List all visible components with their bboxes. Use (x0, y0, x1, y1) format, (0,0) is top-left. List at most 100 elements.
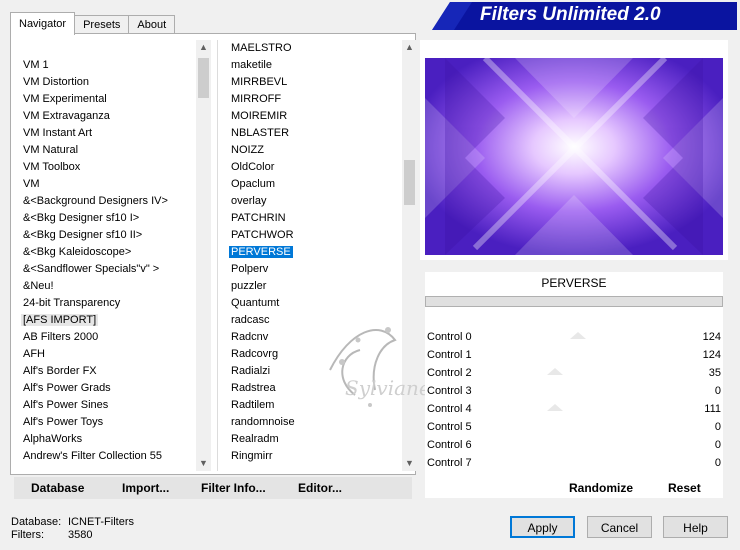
category-item[interactable]: VM Experimental (20, 91, 196, 108)
filter-item[interactable]: Opaclum (228, 176, 400, 193)
category-list[interactable]: VM 1 VM Distortion VM Experimental VM Extra… (20, 57, 196, 471)
tab-navigator[interactable]: Navigator (10, 12, 76, 35)
control-slider[interactable]: Control 3 0 (427, 382, 723, 400)
slider-thumb-icon[interactable] (570, 332, 586, 339)
category-item-label: VM Toolbox (23, 161, 81, 173)
control-slider[interactable]: Control 7 0 (427, 454, 723, 472)
randomize-button[interactable]: Randomize (569, 481, 633, 495)
filter-item[interactable]: OldColor (228, 159, 400, 176)
slider-thumb-icon[interactable] (547, 368, 563, 375)
category-item[interactable]: VM 1 (20, 57, 196, 74)
category-item[interactable]: VM Instant Art (20, 125, 196, 142)
filter-info-button[interactable]: Filter Info... (201, 481, 266, 495)
reset-button[interactable]: Reset (668, 481, 701, 495)
control-label: Control 4 (427, 403, 472, 415)
category-item-label: [AFS IMPORT] (21, 314, 99, 326)
category-item[interactable]: VM (20, 176, 196, 193)
help-button[interactable]: Help (663, 516, 728, 538)
scroll-thumb[interactable] (404, 160, 415, 205)
filter-item-label: Radialzi (231, 365, 271, 377)
category-item[interactable]: VM Natural (20, 142, 196, 159)
category-item[interactable]: &<Bkg Designer sf10 II> (20, 227, 196, 244)
filter-item[interactable]: PATCHWOR (228, 227, 400, 244)
category-item[interactable]: VM Toolbox (20, 159, 196, 176)
category-item[interactable]: &<Bkg Designer sf10 I> (20, 210, 196, 227)
scroll-down-icon[interactable]: ▼ (402, 456, 417, 471)
database-button[interactable]: Database (31, 481, 84, 495)
category-item[interactable]: &<Background Designers IV> (20, 193, 196, 210)
control-value: 111 (704, 403, 721, 415)
control-label: Control 5 (427, 421, 472, 433)
control-slider[interactable]: Control 4 111 (427, 400, 723, 418)
scroll-up-icon[interactable]: ▲ (196, 40, 211, 55)
filter-item[interactable]: MIRRBEVL (228, 74, 400, 91)
category-item[interactable]: Alf's Power Sines (20, 397, 196, 414)
category-item[interactable]: [AFS IMPORT] (20, 312, 196, 329)
filter-item[interactable]: NOIZZ (228, 142, 400, 159)
apply-button[interactable]: Apply (510, 516, 575, 538)
filter-item-label: puzzler (231, 280, 267, 292)
category-item[interactable]: AFH (20, 346, 196, 363)
filter-item[interactable]: PATCHRIN (228, 210, 400, 227)
category-item[interactable]: Alf's Border FX (20, 363, 196, 380)
filter-item[interactable]: MOIREMIR (228, 108, 400, 125)
category-item-label: AFH (23, 348, 45, 360)
category-item-label: &<Bkg Kaleidoscope> (23, 246, 132, 258)
filter-item[interactable]: overlay (228, 193, 400, 210)
control-slider[interactable]: Control 2 35 (427, 364, 723, 382)
filter-item[interactable]: maketile (228, 57, 400, 74)
filter-item-label: Realradm (231, 433, 279, 445)
cancel-button[interactable]: Cancel (587, 516, 652, 538)
filter-item-label: Quantumt (231, 297, 280, 309)
tab-about[interactable]: About (128, 15, 176, 35)
control-slider[interactable]: Control 1 124 (427, 346, 723, 364)
category-item[interactable]: VM Distortion (20, 74, 196, 91)
control-label: Control 3 (427, 385, 472, 397)
category-scrollbar[interactable]: ▲ ▼ (196, 40, 211, 471)
category-item[interactable]: Andrew's Filter Collection 55 (20, 448, 196, 465)
import-button[interactable]: Import... (122, 481, 169, 495)
filter-item[interactable]: MAELSTRO (228, 40, 400, 57)
tab-presets[interactable]: Presets (74, 15, 130, 35)
category-item-label: VM Experimental (23, 93, 107, 105)
database-label: Database: (11, 516, 62, 528)
control-slider[interactable]: Control 5 0 (427, 418, 723, 436)
filters-label: Filters: (11, 529, 44, 541)
filter-item-label: OldColor (231, 161, 275, 173)
database-status: Database: ICNET-Filters (11, 516, 134, 528)
category-item[interactable]: &<Sandflower Specials"v" > (20, 261, 196, 278)
slider-thumb-icon[interactable] (547, 404, 563, 411)
app-title: Filters Unlimited 2.0 (480, 4, 661, 25)
svg-text:Sylviane: Sylviane (345, 376, 431, 400)
filter-item[interactable]: puzzler (228, 278, 400, 295)
category-item[interactable]: AlphaWorks (20, 431, 196, 448)
filter-item[interactable]: Ringmirr (228, 448, 400, 465)
filter-item[interactable]: Realradm (228, 431, 400, 448)
category-item[interactable]: AB Filters 2000 (20, 329, 196, 346)
category-item[interactable]: 24-bit Transparency (20, 295, 196, 312)
control-slider[interactable]: Control 0 124 (427, 328, 723, 346)
filter-item-label: Polperv (231, 263, 269, 275)
scroll-down-icon[interactable]: ▼ (196, 456, 211, 471)
control-slider[interactable]: Control 6 0 (427, 436, 723, 454)
category-item[interactable]: Alf's Power Grads (20, 380, 196, 397)
filter-item[interactable]: Polperv (228, 261, 400, 278)
editor-button[interactable]: Editor... (298, 481, 342, 495)
control-value: 124 (702, 349, 721, 361)
filter-item[interactable]: PERVERSE (228, 244, 400, 261)
category-item[interactable]: Alf's Power Toys (20, 414, 196, 431)
category-item[interactable]: &Neu! (20, 278, 196, 295)
scroll-thumb[interactable] (198, 58, 209, 98)
filter-item[interactable]: MIRROFF (228, 91, 400, 108)
scroll-up-icon[interactable]: ▲ (402, 40, 417, 55)
control-label: Control 2 (427, 367, 472, 379)
category-item-label: VM Distortion (23, 76, 90, 88)
filter-item-label: PERVERSE (228, 245, 294, 259)
filter-item[interactable]: NBLASTER (228, 125, 400, 142)
category-item-label: AlphaWorks (23, 433, 83, 445)
category-item[interactable]: VM Extravaganza (20, 108, 196, 125)
filter-item-label: Ringmirr (231, 450, 273, 462)
filter-item-label: Radcnv (231, 331, 269, 343)
category-item[interactable]: &<Bkg Kaleidoscope> (20, 244, 196, 261)
category-item-label: VM Instant Art (23, 127, 93, 139)
